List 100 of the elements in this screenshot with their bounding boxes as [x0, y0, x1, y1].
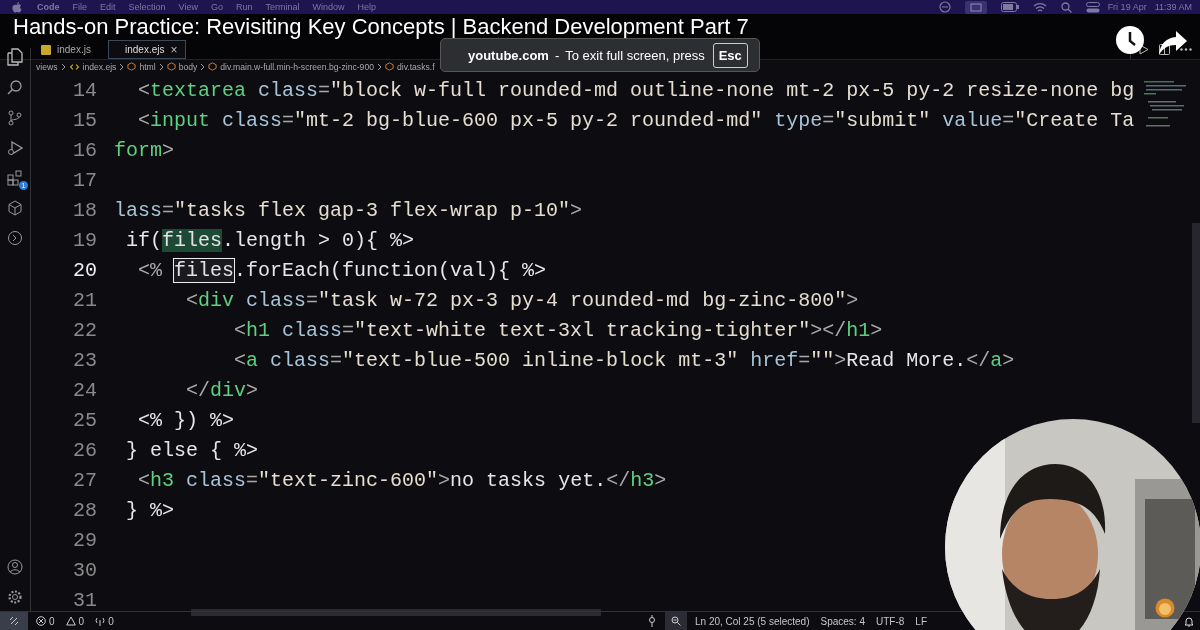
line-number: 30	[72, 558, 98, 582]
menu-item[interactable]: Window	[312, 2, 345, 12]
status-icon[interactable]	[938, 1, 951, 13]
cube-icon	[208, 62, 218, 71]
esc-key: Esc	[712, 42, 748, 68]
location-icon[interactable]	[647, 615, 657, 627]
menu-item[interactable]: Terminal	[265, 2, 300, 12]
remote-icon	[9, 616, 19, 626]
scrollbar[interactable]	[1192, 223, 1200, 423]
control-center-icon[interactable]	[1085, 1, 1100, 13]
branch-icon[interactable]	[8, 110, 22, 126]
line-number: 23	[72, 348, 98, 372]
cube-icon	[166, 62, 176, 71]
split-editor-icon[interactable]	[1159, 44, 1170, 55]
code-line: <% files.forEach(function(val){ %>	[137, 258, 547, 282]
indentation-setting[interactable]: Spaces: 4	[820, 615, 865, 627]
code-line: if(files.length > 0){ %>	[125, 228, 415, 252]
run-icon[interactable]	[1139, 44, 1149, 55]
warning-icon	[65, 616, 76, 626]
line-number: 27	[72, 468, 98, 492]
code-file-icon	[68, 62, 80, 71]
menu-item[interactable]: Selection	[128, 2, 166, 12]
cursor-position[interactable]: Ln 20, Col 25 (5 selected)	[695, 615, 810, 627]
screen-share-icon[interactable]	[964, 0, 987, 14]
line-number: 18	[72, 198, 98, 222]
code-line: </div>	[185, 378, 259, 402]
antenna-icon	[95, 616, 106, 626]
encoding-setting[interactable]: UTF-8	[876, 615, 905, 627]
search-icon[interactable]	[1060, 1, 1072, 13]
remote-button[interactable]	[0, 612, 28, 630]
chevron-icon	[200, 62, 206, 71]
menu-item[interactable]: Run	[235, 2, 253, 12]
avatar-icon[interactable]	[1155, 598, 1175, 618]
zoom-icon	[671, 616, 681, 626]
account-icon[interactable]	[7, 559, 23, 575]
breadcrumb-item[interactable]: div.main.w-full.min-h-screen.bg-zinc-900	[220, 61, 374, 72]
run-debug-icon[interactable]	[7, 140, 23, 156]
line-number: 21	[72, 288, 98, 312]
more-icon[interactable]	[1180, 48, 1192, 51]
zoom-button[interactable]	[665, 612, 687, 630]
code-line: <input class="mt-2 bg-blue-600 px-5 py-2 rounded-md" type="submit" value="Create Ta	[137, 108, 1135, 132]
ports-indicator[interactable]: 0	[95, 615, 114, 627]
toast-site: youtube.com	[468, 47, 549, 63]
code-line: lass="tasks flex gap-3 flex-wrap p-10">	[114, 198, 583, 222]
menu-item[interactable]: Code	[37, 2, 60, 12]
chevron-icon	[60, 62, 66, 71]
line-number: 16	[72, 138, 98, 162]
menu-item[interactable]: Help	[357, 2, 376, 12]
menu-bar-date: Fri 19 Apr	[1107, 2, 1147, 12]
breadcrumb-item[interactable]: body	[178, 61, 198, 72]
code-line: } else { %>	[125, 438, 259, 462]
code-line: <h1 class="text-white text-3xl tracking-tighter"></h1>	[233, 318, 883, 342]
line-ending-setting[interactable]: LF	[915, 615, 927, 627]
line-number: 26	[72, 438, 98, 462]
line-number: 20	[72, 258, 98, 282]
line-number: 19	[72, 228, 98, 252]
line-number: 22	[72, 318, 98, 342]
code-line: <h3 class="text-zinc-600">no tasks yet.</h3>	[137, 468, 667, 492]
search-icon[interactable]	[7, 80, 23, 96]
editor-tab[interactable]: index.ejs ×	[108, 40, 186, 59]
code-line: <div class="task w-72 px-3 py-4 rounded-md bg-zinc-800">	[185, 288, 859, 312]
share-icon[interactable]	[1158, 30, 1188, 56]
menu-item[interactable]: Edit	[100, 2, 116, 12]
remote-icon[interactable]	[7, 230, 23, 246]
warnings-indicator[interactable]: 0	[65, 615, 85, 627]
settings-icon[interactable]	[7, 589, 23, 605]
line-number: 15	[72, 108, 98, 132]
code-line: <textarea class="block w-full rounded-md outline-none mt-2 px-5 py-2 resize-none bg	[137, 78, 1135, 102]
breadcrumb-item[interactable]: views	[36, 61, 58, 72]
menu-item[interactable]: View	[178, 2, 198, 12]
line-number: 29	[72, 528, 98, 552]
scrollbar[interactable]	[191, 609, 601, 616]
cube-icon	[127, 62, 137, 71]
cube-icon[interactable]	[7, 200, 23, 216]
breadcrumb-item[interactable]: index.ejs	[82, 61, 117, 72]
chevron-icon	[376, 62, 382, 71]
video-title: Hands-on Practice: Revisiting Key Concepts | Backend Development Part 7	[13, 14, 749, 40]
errors-indicator[interactable]: 0	[36, 615, 55, 627]
menu-item[interactable]: File	[72, 2, 87, 12]
code-line: form>	[114, 138, 175, 162]
cube-icon	[384, 62, 394, 71]
line-number: 14	[72, 78, 98, 102]
code-line: } %>	[125, 498, 174, 522]
code-line: <% }) %>	[137, 408, 235, 432]
toast-message: To exit full screen, press	[565, 47, 705, 63]
wifi-icon[interactable]	[1032, 1, 1047, 13]
editor-tab[interactable]: index.js	[30, 40, 108, 59]
code-line: <a class="text-blue-500 inline-block mt-3" href="">Read More.</a>	[233, 348, 1015, 372]
line-number: 31	[72, 588, 98, 612]
breadcrumb-item[interactable]: html	[139, 61, 156, 72]
files-icon[interactable]	[7, 48, 23, 66]
js-file-icon	[41, 44, 51, 55]
breadcrumb-item[interactable]: div.tasks.f	[396, 61, 435, 72]
clock-icon[interactable]	[1115, 25, 1145, 55]
apple-icon[interactable]	[12, 1, 22, 13]
menu-item[interactable]: Go	[210, 2, 223, 12]
chevron-icon	[119, 62, 125, 71]
battery-icon[interactable]	[1000, 2, 1019, 12]
bell-icon[interactable]	[1184, 616, 1194, 627]
extensions-icon[interactable]	[7, 170, 23, 186]
